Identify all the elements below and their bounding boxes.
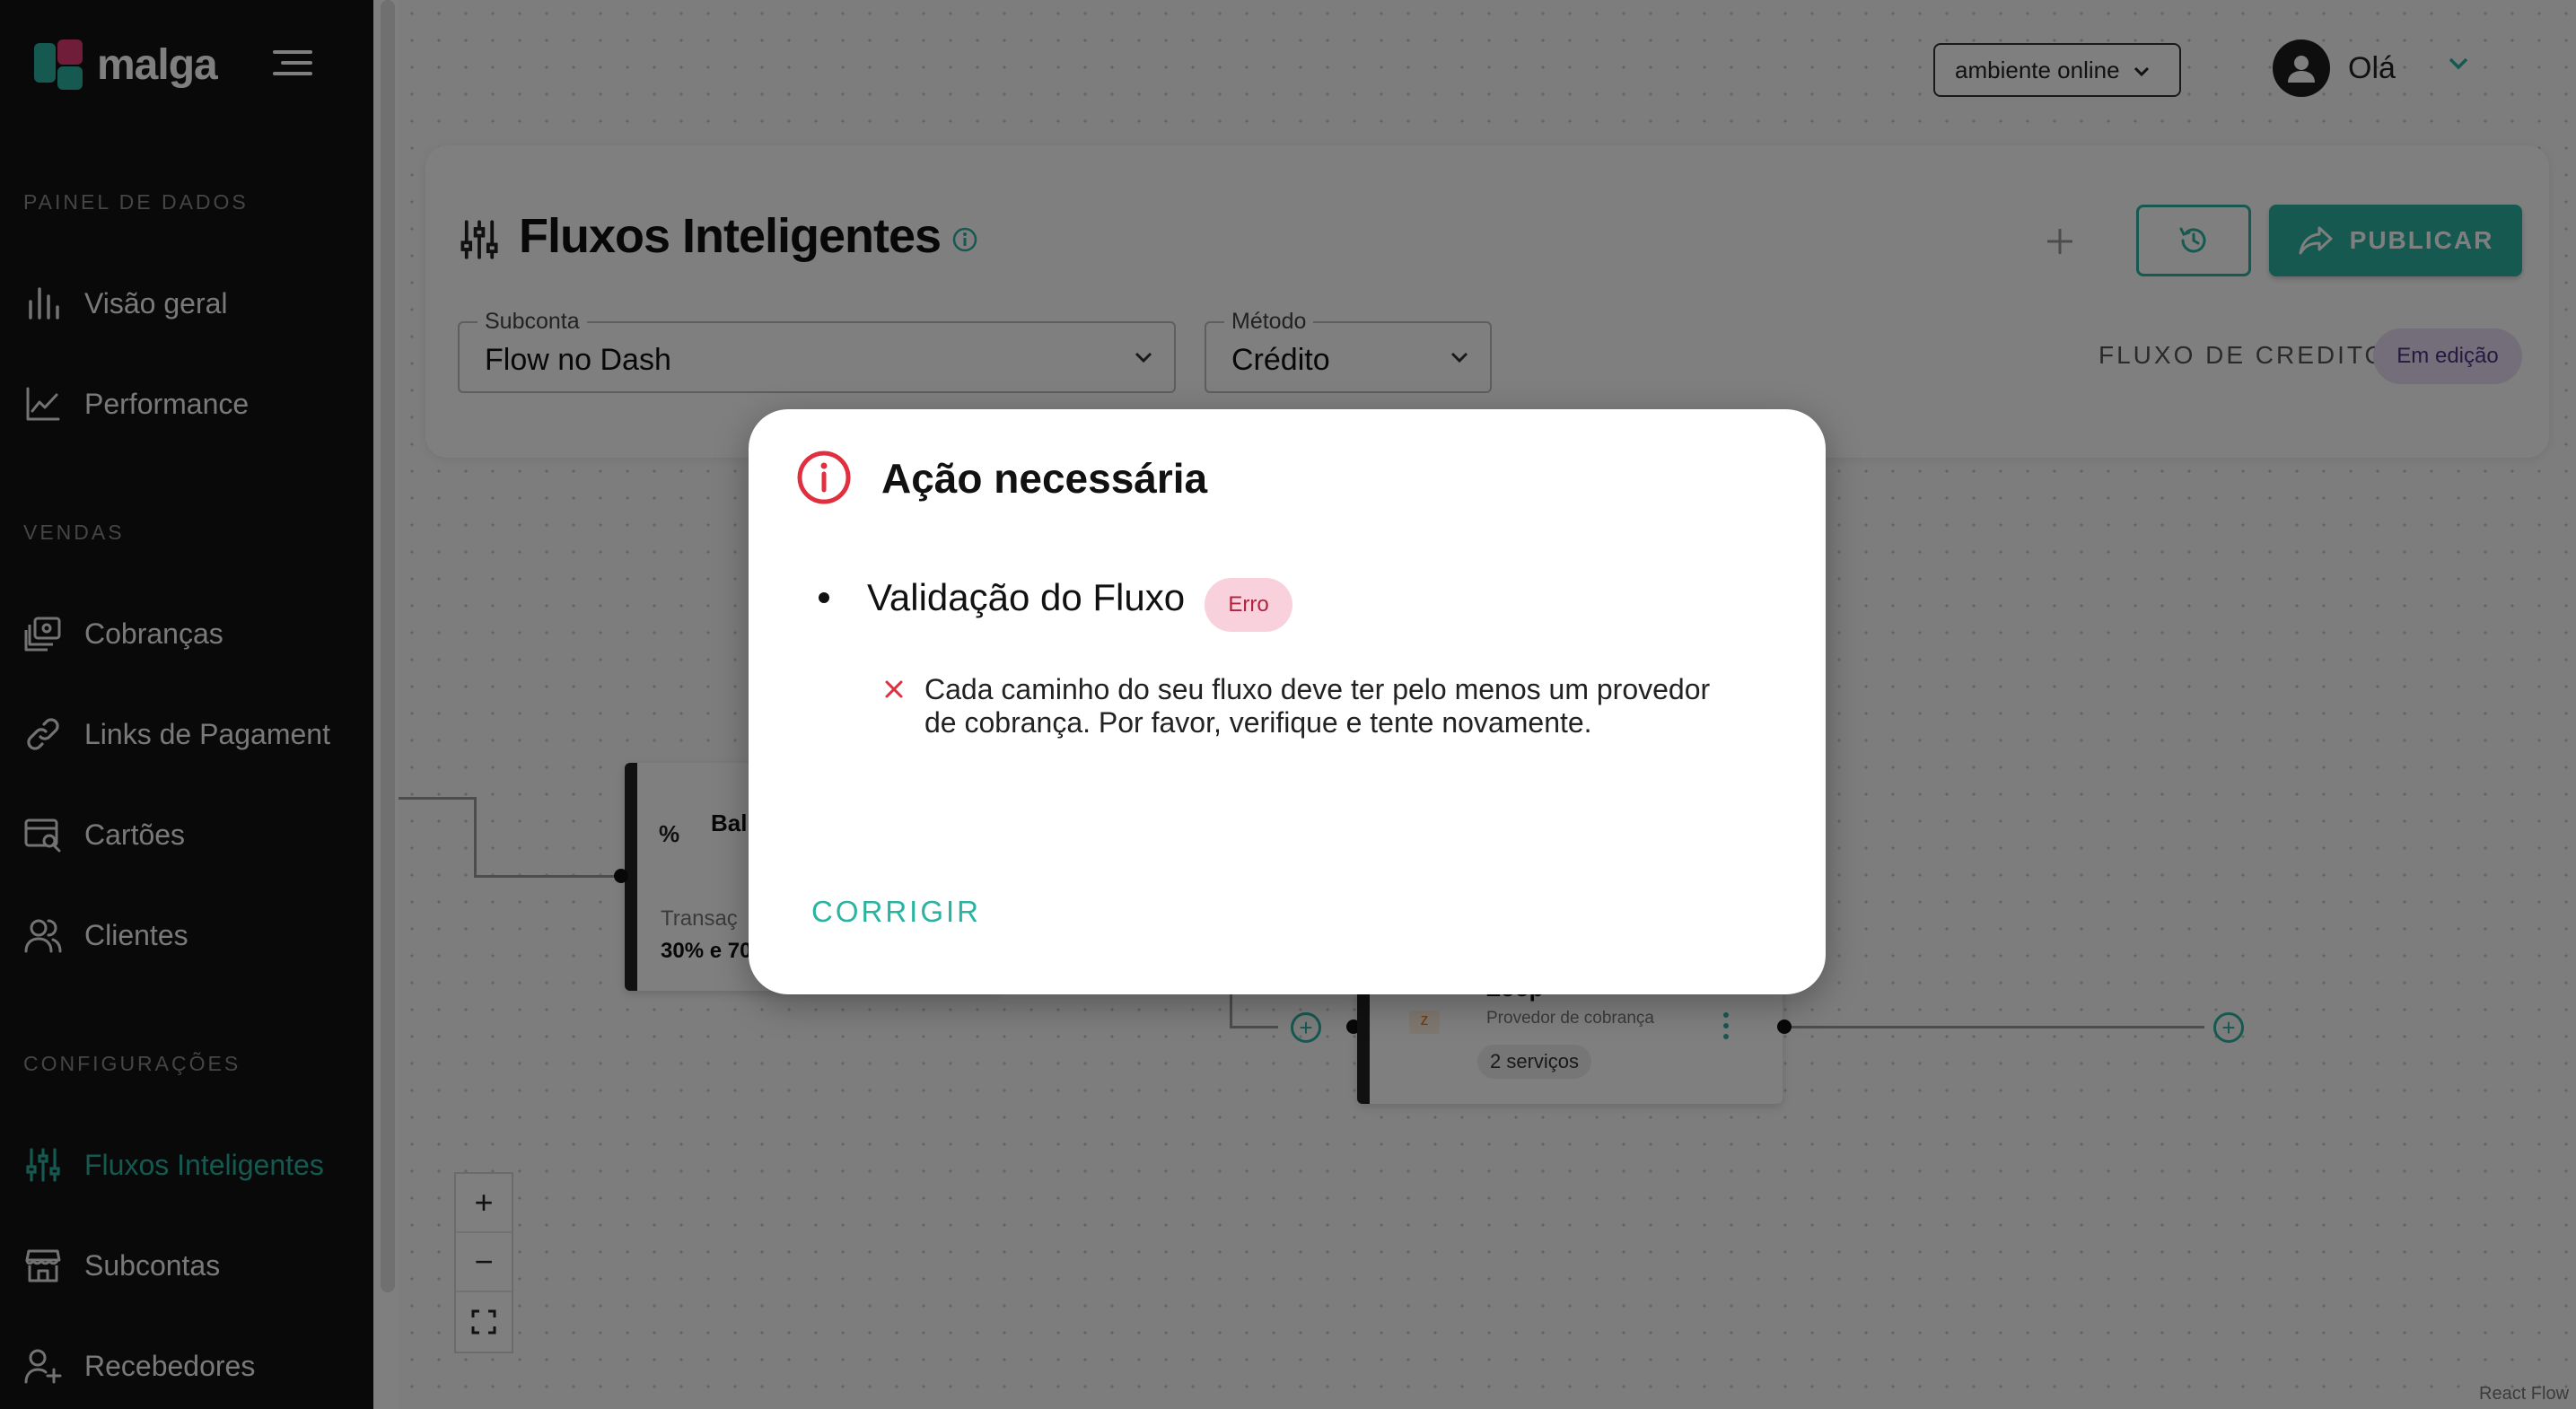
list-bullet [819, 592, 829, 603]
fix-button[interactable]: CORRIGIR [799, 885, 994, 939]
alert-info-icon [795, 449, 853, 511]
error-x-icon [883, 678, 905, 704]
error-badge: Erro [1205, 578, 1292, 632]
dialog-title: Ação necessária [881, 455, 1208, 502]
error-message: Cada caminho do seu fluxo deve ter pelo … [924, 673, 1711, 739]
action-required-dialog: Ação necessária Validação do Fluxo Erro … [749, 409, 1826, 994]
validation-heading: Validação do Fluxo [867, 576, 1186, 618]
